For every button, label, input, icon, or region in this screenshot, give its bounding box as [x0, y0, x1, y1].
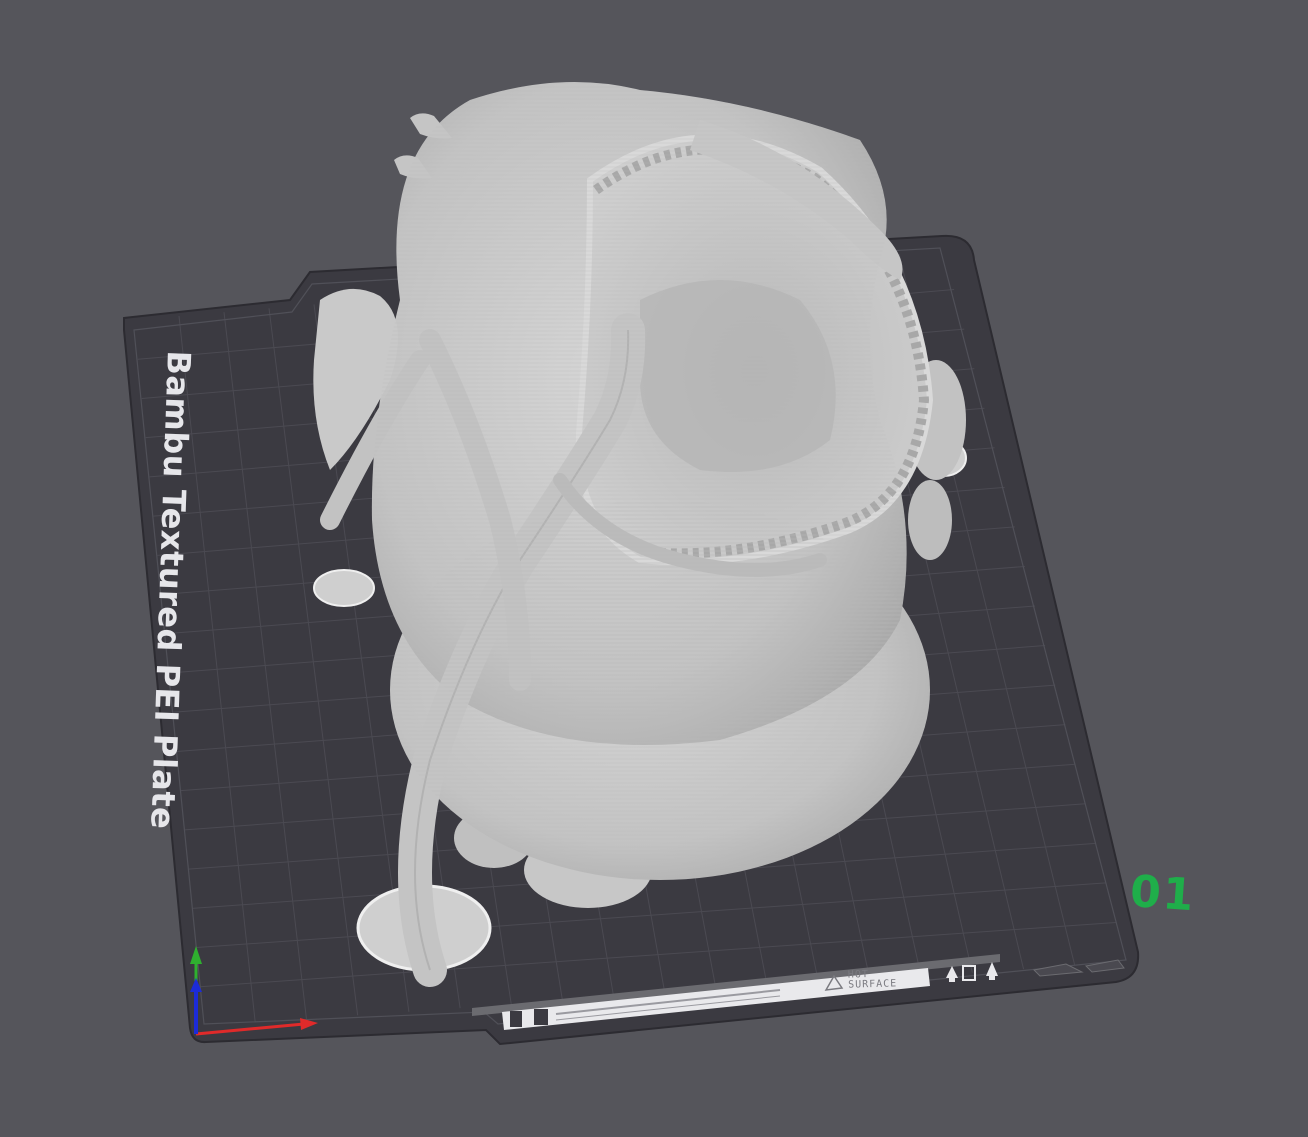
- hot-surface-label: HOT SURFACE: [847, 969, 898, 991]
- hot-label-line2: SURFACE: [847, 978, 898, 991]
- qr-code-icon: [510, 1011, 522, 1027]
- qr-code-icon-2: [534, 1009, 548, 1025]
- 3d-viewport[interactable]: Bambu Textured PEI Plate 01 HOT SURFACE: [0, 0, 1308, 1137]
- scene: [123, 82, 1140, 1046]
- plate-number[interactable]: 01: [1128, 866, 1197, 921]
